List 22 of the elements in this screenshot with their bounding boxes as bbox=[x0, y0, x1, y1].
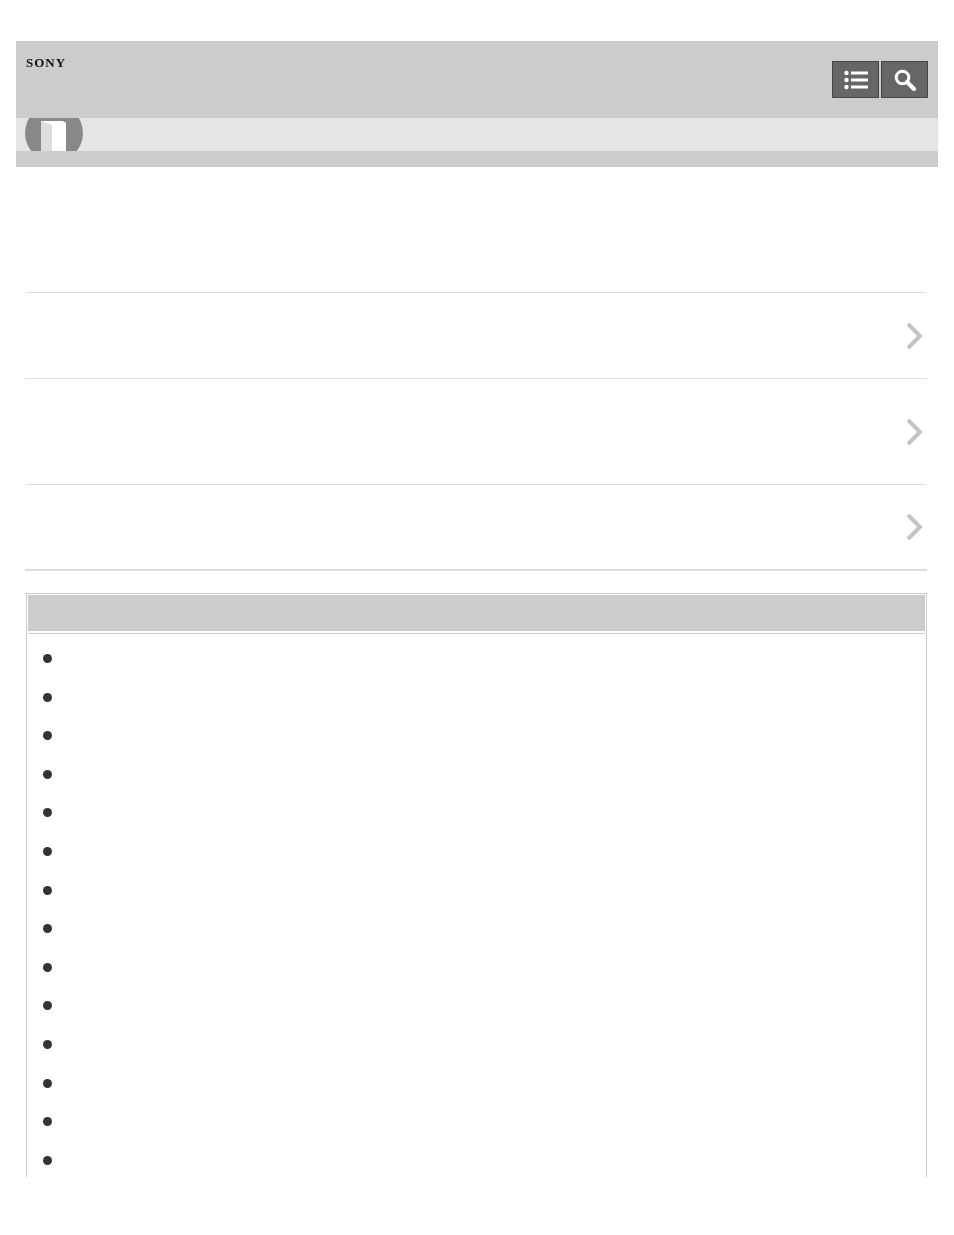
bullet-dot bbox=[43, 808, 52, 818]
bullet-dot bbox=[43, 885, 52, 895]
bullet-dot bbox=[43, 769, 52, 779]
search-icon bbox=[893, 68, 916, 91]
menu-button[interactable] bbox=[832, 61, 879, 98]
bullet-dot bbox=[43, 1078, 52, 1088]
brand-logo: SONY bbox=[26, 55, 67, 71]
search-button[interactable] bbox=[881, 61, 928, 98]
list-icon bbox=[843, 69, 868, 90]
bullet-dot bbox=[43, 692, 52, 702]
bullet-dot bbox=[43, 654, 52, 663]
bullet-dot bbox=[43, 962, 52, 972]
bullet-dot bbox=[43, 731, 52, 741]
chevron-right-icon bbox=[904, 512, 924, 542]
bullet-dot bbox=[43, 1039, 52, 1049]
bullet-dot bbox=[43, 1001, 52, 1011]
bullet-dot bbox=[43, 1155, 52, 1165]
bullet-dot bbox=[43, 846, 52, 856]
chevron-right-icon bbox=[904, 416, 924, 447]
bullet-dot bbox=[43, 1117, 52, 1127]
bullet-dot bbox=[43, 924, 52, 934]
chevron-right-icon bbox=[904, 320, 924, 351]
